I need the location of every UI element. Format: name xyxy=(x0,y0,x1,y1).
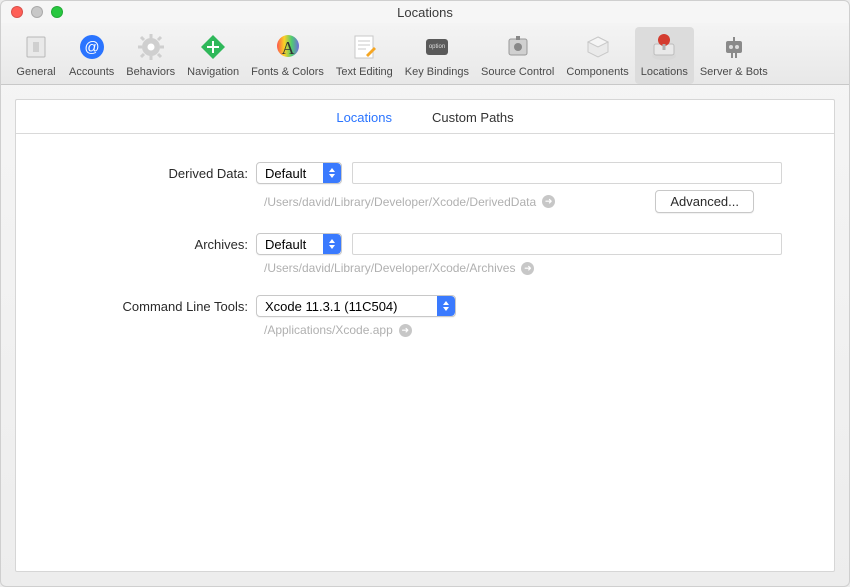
archives-select[interactable]: Default xyxy=(256,233,342,255)
derived-data-path: /Users/david/Library/Developer/Xcode/Der… xyxy=(264,195,536,209)
locations-panel: Locations Custom Paths Derived Data: Def… xyxy=(15,99,835,572)
locations-body: Derived Data: Default /Users/david/Libra… xyxy=(16,134,834,385)
components-icon xyxy=(582,31,614,63)
key-bindings-icon: option xyxy=(421,31,453,63)
window-title: Locations xyxy=(1,5,849,20)
archives-path-field[interactable] xyxy=(352,233,782,255)
archives-row: Archives: Default xyxy=(56,233,794,255)
toolbar-item-behaviors[interactable]: Behaviors xyxy=(120,27,181,84)
toolbar-label: Accounts xyxy=(69,66,114,78)
clt-label: Command Line Tools: xyxy=(56,299,256,314)
toolbar-label: Text Editing xyxy=(336,66,393,78)
zoom-window-button[interactable] xyxy=(51,6,63,18)
window-controls xyxy=(1,6,63,18)
server-bots-icon xyxy=(718,31,750,63)
derived-data-row: Derived Data: Default xyxy=(56,162,794,184)
preferences-toolbar: General @ Accounts Behaviors Navigation … xyxy=(1,23,849,85)
toolbar-item-components[interactable]: Components xyxy=(560,27,634,84)
locations-icon xyxy=(648,31,680,63)
clt-path-row: /Applications/Xcode.app ➜ xyxy=(264,323,794,337)
derived-data-path-field[interactable] xyxy=(352,162,782,184)
toolbar-label: Key Bindings xyxy=(405,66,469,78)
toolbar-item-accounts[interactable]: @ Accounts xyxy=(63,27,120,84)
toolbar-label: Source Control xyxy=(481,66,554,78)
close-window-button[interactable] xyxy=(11,6,23,18)
toolbar-label: Locations xyxy=(641,66,688,78)
titlebar: Locations xyxy=(1,1,849,23)
toolbar-label: General xyxy=(16,66,55,78)
reveal-in-finder-icon[interactable]: ➜ xyxy=(521,262,534,275)
minimize-window-button[interactable] xyxy=(31,6,43,18)
general-icon xyxy=(20,31,52,63)
select-value: Xcode 11.3.1 (11C504) xyxy=(265,299,398,314)
navigation-icon xyxy=(197,31,229,63)
reveal-in-finder-icon[interactable]: ➜ xyxy=(542,195,555,208)
toolbar-item-source-control[interactable]: Source Control xyxy=(475,27,560,84)
clt-path: /Applications/Xcode.app xyxy=(264,323,393,337)
toolbar-item-server-bots[interactable]: Server & Bots xyxy=(694,27,774,84)
svg-text:option: option xyxy=(429,44,445,50)
toolbar-label: Navigation xyxy=(187,66,239,78)
toolbar-item-fonts-colors[interactable]: A Fonts & Colors xyxy=(245,27,330,84)
preferences-window: Locations General @ Accounts Behaviors N… xyxy=(0,0,850,587)
derived-data-label: Derived Data: xyxy=(56,166,256,181)
tab-locations[interactable]: Locations xyxy=(336,110,392,125)
toolbar-label: Behaviors xyxy=(126,66,175,78)
select-value: Default xyxy=(265,237,306,252)
archives-path: /Users/david/Library/Developer/Xcode/Arc… xyxy=(264,261,515,275)
svg-text:@: @ xyxy=(84,39,99,56)
stepper-arrows-icon xyxy=(323,234,341,254)
advanced-button[interactable]: Advanced... xyxy=(655,190,754,213)
toolbar-item-key-bindings[interactable]: option Key Bindings xyxy=(399,27,475,84)
toolbar-label: Server & Bots xyxy=(700,66,768,78)
select-value: Default xyxy=(265,166,306,181)
clt-select[interactable]: Xcode 11.3.1 (11C504) xyxy=(256,295,456,317)
stepper-arrows-icon xyxy=(437,296,455,316)
toolbar-item-general[interactable]: General xyxy=(9,27,63,84)
toolbar-item-text-editing[interactable]: Text Editing xyxy=(330,27,399,84)
tab-bar: Locations Custom Paths xyxy=(16,100,834,134)
fonts-colors-icon: A xyxy=(272,31,304,63)
content-area: Locations Custom Paths Derived Data: Def… xyxy=(1,85,849,586)
derived-data-path-row: /Users/david/Library/Developer/Xcode/Der… xyxy=(264,190,794,213)
clt-row: Command Line Tools: Xcode 11.3.1 (11C504… xyxy=(56,295,794,317)
toolbar-item-navigation[interactable]: Navigation xyxy=(181,27,245,84)
stepper-arrows-icon xyxy=(323,163,341,183)
source-control-icon xyxy=(502,31,534,63)
toolbar-label: Components xyxy=(566,66,628,78)
reveal-in-finder-icon[interactable]: ➜ xyxy=(399,324,412,337)
archives-path-row: /Users/david/Library/Developer/Xcode/Arc… xyxy=(264,261,794,275)
text-editing-icon xyxy=(348,31,380,63)
toolbar-item-locations[interactable]: Locations xyxy=(635,27,694,84)
derived-data-select[interactable]: Default xyxy=(256,162,342,184)
gear-icon xyxy=(135,31,167,63)
accounts-icon: @ xyxy=(76,31,108,63)
archives-label: Archives: xyxy=(56,237,256,252)
svg-text:A: A xyxy=(281,38,294,58)
toolbar-label: Fonts & Colors xyxy=(251,66,324,78)
tab-custom-paths[interactable]: Custom Paths xyxy=(432,110,514,125)
